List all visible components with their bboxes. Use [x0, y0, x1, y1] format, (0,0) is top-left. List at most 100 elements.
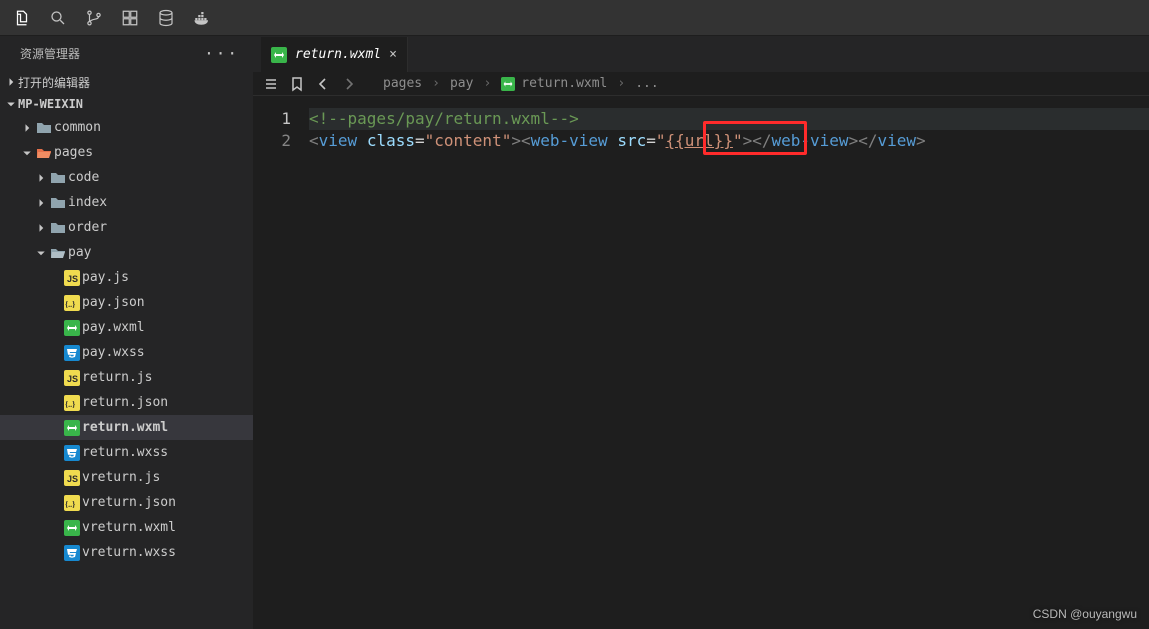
source-control-icon[interactable]	[78, 2, 110, 34]
chevron-right-icon	[20, 122, 34, 134]
tab-return-wxml[interactable]: return.wxml ×	[261, 37, 408, 72]
tree-item[interactable]: code	[0, 165, 253, 190]
extensions-icon[interactable]	[114, 2, 146, 34]
db-icon[interactable]	[150, 2, 182, 34]
tree-item-label: code	[68, 170, 99, 185]
tree-item[interactable]: return.js	[0, 365, 253, 390]
chevron-right-icon	[34, 222, 48, 234]
tree-item-label: return.wxml	[82, 420, 168, 435]
tree-item[interactable]: pay.wxml	[0, 315, 253, 340]
section-project[interactable]: MP-WEIXIN	[0, 93, 253, 115]
crumb-pages[interactable]: pages	[383, 76, 422, 91]
tree-item[interactable]: vreturn.wxss	[0, 540, 253, 565]
explorer-sidebar: 资源管理器 ··· 打开的编辑器 MP-WEIXIN commonpagesco…	[0, 36, 253, 629]
gutter: 1 2	[253, 96, 305, 629]
tree-item-label: vreturn.json	[82, 495, 176, 510]
file-tree: common pages code index order pay pay.js pay.js…	[0, 115, 253, 629]
tree-item-label: vreturn.wxss	[82, 545, 176, 560]
crumb-more[interactable]: ...	[635, 76, 658, 91]
folder-open-icon	[48, 245, 68, 261]
section-label: 打开的编辑器	[18, 74, 90, 91]
code-line-2[interactable]: <view class="content"><web-view src="{{u…	[309, 130, 1149, 152]
folder-open-o-icon	[34, 145, 54, 161]
tree-item-label: index	[68, 195, 107, 210]
chevron-right-icon: ›	[617, 76, 625, 91]
tree-item[interactable]: common	[0, 115, 253, 140]
bookmark-icon[interactable]	[289, 76, 305, 92]
tree-item-label: common	[54, 120, 101, 135]
chevron-down-icon	[34, 247, 48, 259]
line-number: 2	[253, 130, 291, 152]
wxml-icon	[271, 47, 287, 63]
section-label: MP-WEIXIN	[18, 97, 83, 111]
tree-item[interactable]: vreturn.js	[0, 465, 253, 490]
list-icon[interactable]	[263, 76, 279, 92]
tree-item-label: pay.wxss	[82, 345, 145, 360]
files-icon[interactable]	[6, 2, 38, 34]
json-icon	[62, 495, 82, 511]
js-icon	[62, 470, 82, 486]
breadcrumbs: pages › pay › return.wxml › ...	[253, 72, 1149, 96]
close-icon[interactable]: ×	[389, 47, 397, 62]
section-open-editors[interactable]: 打开的编辑器	[0, 71, 253, 93]
json-icon	[62, 295, 82, 311]
chevron-down-icon	[20, 147, 34, 159]
tree-item-label: vreturn.wxml	[82, 520, 176, 535]
tree-item[interactable]: return.json	[0, 390, 253, 415]
wxss-icon	[62, 545, 82, 561]
wxss-icon	[62, 345, 82, 361]
tab-label: return.wxml	[295, 47, 381, 62]
tree-item-label: pay.js	[82, 270, 129, 285]
folder-icon	[48, 170, 68, 186]
js-icon	[62, 370, 82, 386]
tree-item-label: pay.wxml	[82, 320, 145, 335]
tree-item-label: vreturn.js	[82, 470, 160, 485]
tree-item[interactable]: order	[0, 215, 253, 240]
code-editor[interactable]: 1 2 <!--pages/pay/return.wxml--> <view c…	[253, 96, 1149, 629]
activity-bar	[0, 0, 1149, 36]
code-body[interactable]: <!--pages/pay/return.wxml--> <view class…	[309, 96, 1149, 629]
line-number: 1	[253, 108, 291, 130]
tree-item[interactable]: return.wxml	[0, 415, 253, 440]
wxml-icon	[62, 420, 82, 436]
tree-item[interactable]: index	[0, 190, 253, 215]
crumb-pay[interactable]: pay	[450, 76, 473, 91]
search-icon[interactable]	[42, 2, 74, 34]
watermark: CSDN @ouyangwu	[1033, 607, 1137, 621]
wxml-icon	[62, 520, 82, 536]
tree-item[interactable]: pages	[0, 140, 253, 165]
explorer-title: 资源管理器	[20, 45, 80, 62]
tree-item[interactable]: pay.wxss	[0, 340, 253, 365]
tree-item-label: order	[68, 220, 107, 235]
crumb-file[interactable]: return.wxml	[501, 76, 607, 92]
folder-icon	[48, 195, 68, 211]
tree-item-label: return.wxss	[82, 445, 168, 460]
tree-item-label: pages	[54, 145, 93, 160]
tree-item[interactable]: vreturn.wxml	[0, 515, 253, 540]
tree-item-label: return.json	[82, 395, 168, 410]
chevron-right-icon	[34, 172, 48, 184]
nav-fwd-icon[interactable]	[341, 76, 357, 92]
more-icon[interactable]: ···	[204, 44, 239, 63]
tree-item[interactable]: pay.json	[0, 290, 253, 315]
code-line-1[interactable]: <!--pages/pay/return.wxml-->	[309, 108, 1149, 130]
docker-icon[interactable]	[186, 2, 218, 34]
tree-item-label: pay	[68, 245, 91, 260]
wxml-icon	[501, 76, 515, 92]
tree-item-label: pay.json	[82, 295, 145, 310]
folder-icon	[34, 120, 54, 136]
wxml-icon	[62, 320, 82, 336]
tree-item-label: return.js	[82, 370, 152, 385]
tree-item[interactable]: pay	[0, 240, 253, 265]
chevron-right-icon: ›	[483, 76, 491, 91]
tree-item[interactable]: return.wxss	[0, 440, 253, 465]
tree-item[interactable]: vreturn.json	[0, 490, 253, 515]
editor-tabs: return.wxml ×	[253, 36, 1149, 72]
json-icon	[62, 395, 82, 411]
tree-item[interactable]: pay.js	[0, 265, 253, 290]
js-icon	[62, 270, 82, 286]
chevron-right-icon	[34, 197, 48, 209]
folder-icon	[48, 220, 68, 236]
chevron-right-icon: ›	[432, 76, 440, 91]
nav-back-icon[interactable]	[315, 76, 331, 92]
